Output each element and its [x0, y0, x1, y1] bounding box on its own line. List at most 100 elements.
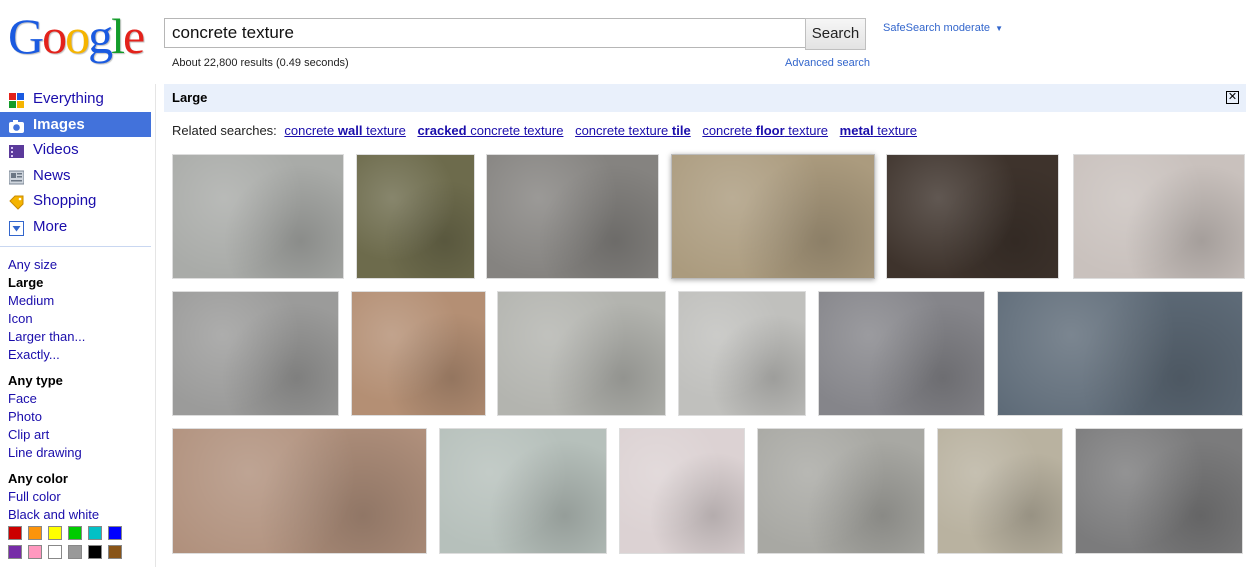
image-thumbnail[interactable] [757, 428, 925, 554]
filter-photo[interactable]: Photo [8, 408, 99, 426]
tag-icon [9, 193, 24, 210]
filter-any-size[interactable]: Any size [8, 256, 99, 274]
image-thumbnail[interactable] [818, 291, 985, 416]
sidebar-divider [0, 246, 151, 247]
color-swatch[interactable] [8, 545, 22, 559]
image-thumbnail[interactable] [351, 291, 486, 416]
filter-clip-art[interactable]: Clip art [8, 426, 99, 444]
related-text: concrete [284, 123, 338, 138]
search-button[interactable]: Search [805, 18, 866, 50]
image-thumbnail[interactable] [172, 154, 344, 279]
color-swatch[interactable] [48, 526, 62, 540]
nav-label: More [33, 217, 68, 235]
filter-exactly[interactable]: Exactly... [8, 346, 99, 364]
nav-videos[interactable]: Videos [0, 137, 151, 163]
related-text: concrete texture [575, 123, 672, 138]
sidebar-border [155, 84, 156, 567]
color-swatch[interactable] [28, 545, 42, 559]
everything-icon [9, 91, 24, 108]
logo-letter: G [8, 8, 44, 64]
related-text-bold: cracked [417, 123, 467, 138]
image-thumbnail[interactable] [486, 154, 659, 279]
image-thumbnail[interactable] [619, 428, 745, 554]
image-thumbnail[interactable] [497, 291, 666, 416]
filter-line-drawing[interactable]: Line drawing [8, 444, 99, 462]
related-link[interactable]: cracked concrete texture [417, 123, 563, 138]
filter-bar: Large ✕ [164, 84, 1246, 112]
filter-any-type[interactable]: Any type [8, 372, 99, 390]
film-icon [9, 142, 24, 158]
google-logo[interactable]: Google [8, 8, 148, 64]
filter-larger-than[interactable]: Larger than... [8, 328, 99, 346]
sidebar: Everything Images Videos News Shopping M… [0, 86, 151, 239]
related-text: texture [873, 123, 917, 138]
color-swatch[interactable] [108, 526, 122, 540]
filter-face[interactable]: Face [8, 390, 99, 408]
nav-label: Images [33, 115, 85, 133]
image-thumbnail[interactable] [172, 428, 427, 554]
color-swatch[interactable] [88, 545, 102, 559]
filter-large[interactable]: Large [8, 274, 99, 292]
logo-letter: o [65, 8, 90, 64]
color-swatch[interactable] [108, 545, 122, 559]
color-swatch[interactable] [68, 545, 82, 559]
logo-letter: g [88, 8, 113, 64]
image-thumbnail[interactable] [937, 428, 1063, 554]
image-thumbnail[interactable] [1073, 154, 1245, 279]
filter-icon[interactable]: Icon [8, 310, 99, 328]
image-thumbnail[interactable] [439, 428, 607, 554]
nav-label: Videos [33, 141, 79, 158]
related-searches: Related searches: concrete wall texture … [172, 123, 921, 138]
related-link[interactable]: metal texture [840, 123, 917, 138]
newspaper-icon [8, 168, 25, 184]
image-thumbnail[interactable] [1075, 428, 1243, 554]
related-text: texture [784, 123, 829, 138]
color-swatch[interactable] [88, 526, 102, 540]
nav-shopping[interactable]: Shopping [0, 188, 151, 214]
filter-full-color[interactable]: Full color [8, 488, 99, 506]
nav-label: Everything [33, 90, 104, 107]
related-text-bold: wall [337, 123, 363, 138]
results-stats: About 22,800 results (0.49 seconds) [172, 57, 349, 69]
related-link[interactable]: concrete wall texture [284, 123, 405, 138]
related-text: concrete [702, 123, 756, 138]
nav-news[interactable]: News [0, 163, 151, 189]
image-thumbnail[interactable] [356, 154, 475, 279]
search-tools: Any size Large Medium Icon Larger than..… [8, 256, 99, 524]
filter-bar-title: Large [172, 90, 208, 105]
related-text-bold: tile [671, 123, 691, 138]
safesearch-label: SafeSearch moderate [883, 22, 991, 34]
image-thumbnail[interactable] [678, 291, 806, 416]
nav-everything[interactable]: Everything [0, 86, 151, 112]
logo-letter: o [42, 8, 67, 64]
close-icon[interactable]: ✕ [1226, 91, 1239, 104]
camera-icon [9, 117, 24, 133]
color-swatch[interactable] [8, 526, 22, 540]
nav-label: News [33, 166, 71, 184]
image-thumbnail[interactable] [997, 291, 1243, 416]
dropdown-icon [9, 219, 24, 236]
related-text-bold: floor [755, 123, 785, 138]
advanced-search-link[interactable]: Advanced search [785, 57, 870, 69]
image-thumbnail[interactable] [172, 291, 339, 416]
safesearch-menu[interactable]: SafeSearch moderate ▼ [883, 22, 1003, 34]
related-text: concrete texture [466, 123, 564, 138]
color-swatch[interactable] [68, 526, 82, 540]
filter-black-white[interactable]: Black and white [8, 506, 99, 524]
nav-label: Shopping [33, 192, 97, 209]
search-input[interactable]: concrete texture [164, 18, 806, 48]
filter-medium[interactable]: Medium [8, 292, 99, 310]
image-thumbnail[interactable] [671, 154, 875, 279]
color-swatch[interactable] [28, 526, 42, 540]
related-link[interactable]: concrete floor texture [702, 123, 828, 138]
color-swatch[interactable] [48, 545, 62, 559]
logo-letter: l [111, 8, 125, 64]
image-thumbnail[interactable] [886, 154, 1059, 279]
related-link[interactable]: concrete texture tile [575, 123, 691, 138]
filter-any-color[interactable]: Any color [8, 470, 99, 488]
chevron-down-icon: ▼ [995, 24, 1003, 33]
nav-images[interactable]: Images [0, 111, 151, 137]
related-text: texture [362, 123, 406, 138]
related-text-bold: metal [839, 123, 874, 138]
nav-more[interactable]: More [0, 214, 151, 240]
